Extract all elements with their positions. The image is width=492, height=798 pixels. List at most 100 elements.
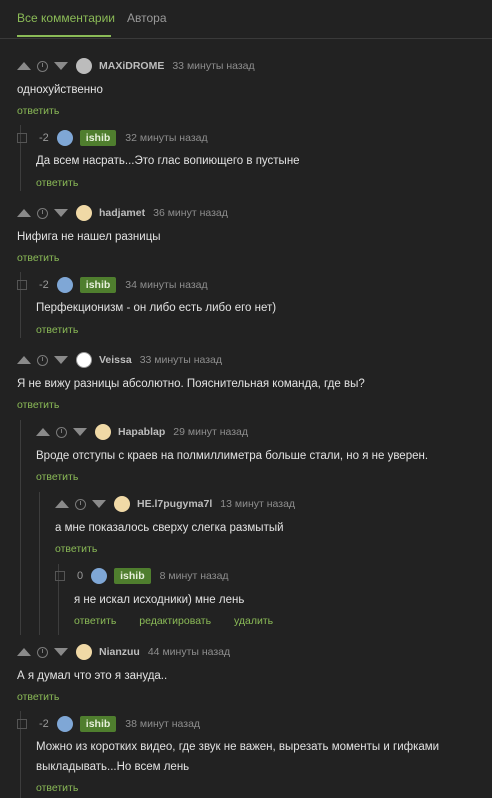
collapse-icon[interactable]	[17, 280, 27, 290]
comment-text: А я думал что это я зануда..	[17, 670, 168, 682]
clock-icon[interactable]	[37, 207, 48, 219]
edit-link[interactable]: редактировать	[139, 615, 211, 627]
clock-icon[interactable]	[56, 426, 67, 438]
comment-header: Nianzuu 44 минуты назад	[17, 644, 230, 660]
author-badge[interactable]: ishib	[79, 716, 117, 732]
avatar[interactable]	[114, 496, 130, 512]
reply-link[interactable]: ответить	[17, 399, 59, 411]
timestamp[interactable]: 13 минут назад	[220, 498, 295, 510]
author-badge[interactable]: ishib	[79, 277, 117, 293]
comment-header: 0 ishib 8 минут назад	[55, 568, 229, 584]
downvote-icon[interactable]	[92, 500, 106, 508]
comment-text: Да всем насрать...Это глас вопиющего в п…	[36, 155, 300, 167]
comment-text: я не искал исходники) мне лень	[74, 594, 245, 606]
comment-header: hadjamet 36 минут назад	[17, 205, 228, 221]
comment-header: Hapablap 29 минут назад	[36, 424, 248, 440]
author-badge[interactable]: ishib	[79, 130, 117, 146]
comment-header: -2 ishib 34 минуты назад	[17, 277, 208, 293]
avatar[interactable]	[76, 352, 92, 368]
clock-icon[interactable]	[37, 646, 48, 658]
comment-tabs: Все комментарии Автора	[0, 0, 492, 39]
downvote-icon[interactable]	[54, 648, 68, 656]
username[interactable]: HE.l7pugyma7l	[137, 498, 212, 510]
timestamp[interactable]: 44 минуты назад	[148, 646, 230, 658]
comment-actions: ответить	[36, 471, 98, 483]
upvote-icon[interactable]	[17, 62, 31, 70]
downvote-icon[interactable]	[54, 209, 68, 217]
tab-author[interactable]: Автора	[127, 11, 167, 25]
comment-text: Вроде отступы с краев на полмиллиметра б…	[36, 450, 429, 462]
timestamp[interactable]: 36 минут назад	[153, 207, 228, 219]
comment-text-line-1: Можно из коротких видео, где звук не важ…	[36, 741, 440, 753]
avatar[interactable]	[56, 716, 73, 732]
downvote-icon[interactable]	[54, 356, 68, 364]
comment-text-line-2: выкладывать...Но всем лень	[36, 761, 190, 773]
reply-link[interactable]: ответить	[55, 543, 97, 555]
comment-actions: ответить	[17, 691, 79, 703]
timestamp[interactable]: 33 минуты назад	[140, 354, 222, 366]
delete-link[interactable]: удалить	[234, 615, 273, 627]
comment-text: Нифига не нашел разницы	[17, 231, 161, 243]
comment-actions: ответить	[55, 543, 117, 555]
upvote-icon[interactable]	[17, 356, 31, 364]
reply-link[interactable]: ответить	[36, 471, 78, 483]
username[interactable]: Hapablap	[118, 426, 165, 438]
comment-header: -2 ishib 32 минуты назад	[17, 130, 208, 146]
collapse-icon[interactable]	[17, 133, 27, 143]
reply-link[interactable]: ответить	[17, 691, 59, 703]
username[interactable]: Veissa	[99, 354, 132, 366]
comment-actions: ответить	[36, 782, 98, 794]
avatar[interactable]	[95, 424, 111, 440]
comment-text: однохуйственно	[17, 84, 103, 96]
comment-text: Перфекционизм - он либо есть либо его не…	[36, 302, 277, 314]
thread-line	[39, 492, 40, 635]
reply-link[interactable]: ответить	[36, 324, 78, 336]
username[interactable]: hadjamet	[99, 207, 145, 219]
collapse-icon[interactable]	[55, 571, 65, 581]
username[interactable]: MAXiDROME	[99, 60, 164, 72]
clock-icon[interactable]	[37, 60, 48, 72]
clock-icon[interactable]	[75, 498, 86, 510]
comment-actions: ответить	[36, 177, 98, 189]
upvote-icon[interactable]	[36, 428, 50, 436]
avatar[interactable]	[56, 130, 73, 146]
avatar[interactable]	[76, 58, 92, 74]
upvote-icon[interactable]	[17, 648, 31, 656]
comment-score: 0	[77, 570, 84, 582]
upvote-icon[interactable]	[55, 500, 69, 508]
timestamp[interactable]: 32 минуты назад	[125, 132, 207, 144]
upvote-icon[interactable]	[17, 209, 31, 217]
clock-icon[interactable]	[37, 354, 48, 366]
timestamp[interactable]: 33 минуты назад	[172, 60, 254, 72]
comment-text: а мне показалось сверху слегка размытый	[55, 522, 284, 534]
reply-link[interactable]: ответить	[17, 105, 59, 117]
comment-score: -2	[39, 279, 49, 291]
avatar[interactable]	[76, 644, 92, 660]
timestamp[interactable]: 34 минуты назад	[125, 279, 207, 291]
timestamp[interactable]: 29 минут назад	[173, 426, 248, 438]
author-badge[interactable]: ishib	[114, 568, 151, 584]
comment-actions: ответить	[17, 399, 79, 411]
comment-header: Veissa 33 минуты назад	[17, 352, 222, 368]
timestamp[interactable]: 38 минут назад	[125, 718, 200, 730]
downvote-icon[interactable]	[73, 428, 87, 436]
comment-score: -2	[39, 132, 49, 144]
avatar[interactable]	[76, 205, 92, 221]
active-tab-indicator	[17, 35, 111, 37]
comment-actions: ответить	[36, 324, 98, 336]
reply-link[interactable]: ответить	[36, 177, 78, 189]
comment-actions: ответить	[17, 105, 79, 117]
collapse-icon[interactable]	[17, 719, 27, 729]
comment-score: -2	[39, 718, 49, 730]
reply-link[interactable]: ответить	[74, 615, 116, 627]
downvote-icon[interactable]	[54, 62, 68, 70]
comment-text: Я не вижу разницы абсолютно. Пояснительн…	[17, 378, 365, 390]
tab-all-comments[interactable]: Все комментарии	[17, 11, 115, 25]
reply-link[interactable]: ответить	[36, 782, 78, 794]
comment-actions: ответить	[17, 252, 79, 264]
avatar[interactable]	[91, 568, 108, 584]
username[interactable]: Nianzuu	[99, 646, 140, 658]
avatar[interactable]	[56, 277, 73, 293]
timestamp[interactable]: 8 минут назад	[160, 570, 229, 582]
reply-link[interactable]: ответить	[17, 252, 59, 264]
